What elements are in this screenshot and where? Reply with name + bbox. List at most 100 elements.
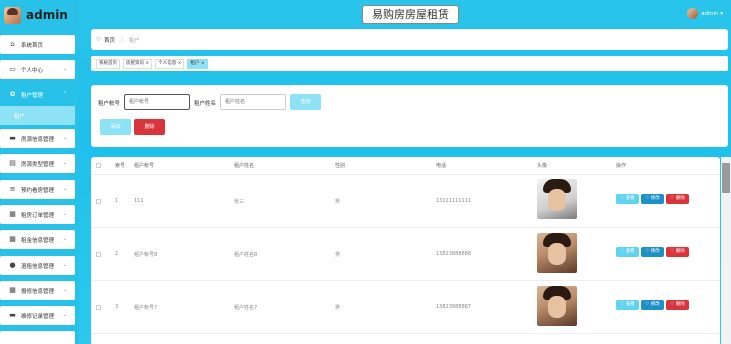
row-delete-button[interactable]: ♡ 删除 bbox=[666, 300, 689, 310]
view-button[interactable]: ♡ 查看 bbox=[616, 194, 639, 204]
name-label: 租户姓名 bbox=[194, 101, 217, 107]
tag-bar: 系统首页 房屋资讯 × 个人信息 × 租户 × bbox=[91, 56, 728, 71]
cell-phone: 13111111111 bbox=[436, 198, 471, 204]
tab-tenant[interactable]: 租户 × bbox=[187, 58, 208, 69]
brand-logo bbox=[4, 6, 21, 24]
search-panel: 租户帐号 I 租户姓名 查询 添加 删除 bbox=[91, 85, 728, 147]
home-icon: ⌂ bbox=[10, 40, 15, 48]
select-all-checkbox[interactable] bbox=[96, 163, 101, 168]
cell-index: 1 bbox=[115, 198, 119, 204]
tab-house-news[interactable]: 房屋资讯 × bbox=[123, 58, 153, 69]
name-input[interactable] bbox=[220, 94, 286, 110]
tab-home[interactable]: 系统首页 bbox=[96, 58, 120, 69]
account-input[interactable] bbox=[124, 94, 190, 110]
cell-gender: 男 bbox=[335, 199, 341, 205]
edit-button[interactable]: ♡ 修改 bbox=[641, 194, 664, 204]
brand: admin bbox=[0, 0, 79, 30]
sidebar-item-house-type[interactable]: ▤ 房源类型管理 ⌄ bbox=[0, 154, 75, 173]
brand-title: admin bbox=[26, 8, 68, 22]
chevron-down-icon: ⌄ bbox=[62, 135, 67, 141]
cell-gender: 男 bbox=[335, 252, 341, 258]
cell-account: 111 bbox=[134, 198, 144, 204]
table-row: 2 租户帐号8 租户姓名8 男 13823888888 ♡ 查看 ♡ 修改 ♡ … bbox=[91, 228, 720, 281]
heart-icon: ♡ bbox=[96, 36, 101, 43]
row-checkbox[interactable] bbox=[96, 305, 101, 310]
sidebar-item-checkout[interactable]: ● 退租信息管理 ⌄ bbox=[0, 256, 75, 275]
chevron-down-icon: ⌄ bbox=[62, 287, 67, 293]
sidebar-item-viewing[interactable]: ≡ 预约看房管理 ⌄ bbox=[0, 180, 75, 199]
sidebar-subitem-tenant[interactable]: 租户 bbox=[0, 106, 75, 125]
breadcrumb: ♡ 首页 / 租户 bbox=[91, 29, 728, 50]
app-title: 易购房房屋租赁 bbox=[362, 5, 459, 24]
cell-gender: 男 bbox=[335, 305, 341, 311]
chevron-down-icon: ⌄ bbox=[62, 186, 67, 192]
view-button[interactable]: ♡ 查看 bbox=[616, 300, 639, 310]
header-phone: 电话 bbox=[436, 163, 447, 169]
search-button[interactable]: 查询 bbox=[290, 94, 321, 110]
tenant-avatar-image bbox=[537, 179, 577, 219]
view-button[interactable]: ♡ 查看 bbox=[616, 247, 639, 257]
header-actions: 操作 bbox=[616, 163, 627, 169]
chevron-down-icon: ⌄ bbox=[62, 211, 67, 217]
cell-name: 租户姓名7 bbox=[234, 305, 258, 311]
sidebar-item-rent[interactable]: ▦ 租金信息管理 ⌄ bbox=[0, 230, 75, 249]
calendar-icon: ▭ bbox=[9, 65, 16, 73]
cell-index: 3 bbox=[115, 304, 119, 310]
edit-button[interactable]: ♡ 修改 bbox=[641, 247, 664, 257]
user-icon: ● bbox=[9, 261, 16, 269]
table-row: 1 111 张三 男 13111111111 ♡ 查看 ♡ 修改 ♡ 删除 bbox=[91, 175, 720, 228]
sidebar-item-home[interactable]: ⌂ 系统首页 bbox=[0, 35, 75, 54]
sidebar-item-label: 系统首页 bbox=[21, 42, 44, 49]
add-button[interactable]: 添加 bbox=[100, 119, 131, 135]
delete-button[interactable]: 删除 bbox=[134, 119, 165, 135]
account-label: 租户帐号 bbox=[98, 101, 121, 107]
header-avatar: 头像 bbox=[537, 163, 548, 169]
scrollbar[interactable] bbox=[721, 157, 731, 344]
sidebar-item-label: 报修信息管理 bbox=[21, 288, 55, 295]
row-checkbox[interactable] bbox=[96, 252, 101, 257]
sidebar-item-label: 预约看房管理 bbox=[21, 187, 55, 194]
user-name: admin ▾ bbox=[701, 10, 723, 17]
chevron-down-icon: ⌃ bbox=[62, 91, 67, 97]
sidebar-item-label: 维修记录管理 bbox=[21, 313, 55, 320]
sidebar-item-orders[interactable]: ▦ 租房订单管理 ⌄ bbox=[0, 205, 75, 224]
avatar bbox=[687, 8, 699, 19]
sidebar-item-profile[interactable]: ▭ 个人中心 ⌄ bbox=[0, 60, 75, 79]
grid-icon: ▦ bbox=[9, 210, 16, 218]
briefcase-icon: ▬ bbox=[9, 134, 16, 142]
breadcrumb-separator: / bbox=[120, 36, 123, 43]
sidebar: admin ⌂ 系统首页 ▭ 个人中心 ⌄ ✿ 租户管理 ⌃ 租户 ▬ 房源信息… bbox=[0, 0, 79, 344]
ticket-icon: ▬ bbox=[9, 311, 16, 319]
breadcrumb-home[interactable]: 首页 bbox=[104, 36, 115, 44]
chevron-down-icon: ⌄ bbox=[62, 66, 67, 72]
sidebar-item-label: 个人中心 bbox=[21, 67, 44, 74]
tab-personal-info[interactable]: 个人信息 × bbox=[155, 58, 185, 69]
row-delete-button[interactable]: ♡ 删除 bbox=[666, 194, 689, 204]
sidebar-item-maintenance[interactable]: ▬ 维修记录管理 ⌄ bbox=[0, 306, 75, 325]
grid-icon: ▦ bbox=[9, 286, 16, 294]
edit-button[interactable]: ♡ 修改 bbox=[641, 300, 664, 310]
cell-name: 租户姓名8 bbox=[234, 252, 258, 258]
clipboard-icon: ▤ bbox=[9, 159, 16, 167]
cell-phone: 13823888888 bbox=[436, 251, 471, 257]
user-menu[interactable]: admin ▾ bbox=[687, 8, 723, 19]
sidebar-item-label: 租房订单管理 bbox=[21, 212, 55, 219]
chevron-down-icon: ⌄ bbox=[62, 236, 67, 242]
sidebar-item-label: 退租信息管理 bbox=[21, 263, 55, 270]
sidebar-item-house-info[interactable]: ▬ 房源信息管理 ⌄ bbox=[0, 129, 75, 148]
tenant-avatar-image bbox=[537, 233, 577, 273]
sidebar-item-repair[interactable]: ▦ 报修信息管理 ⌄ bbox=[0, 281, 75, 300]
chevron-down-icon: ⌄ bbox=[62, 312, 67, 318]
row-delete-button[interactable]: ♡ 删除 bbox=[666, 247, 689, 257]
sidebar-item-label: 租户管理 bbox=[21, 92, 44, 99]
row-checkbox[interactable] bbox=[96, 199, 101, 204]
scrollbar-thumb[interactable] bbox=[722, 163, 730, 193]
sidebar-item-tenants[interactable]: ✿ 租户管理 ⌃ bbox=[0, 85, 75, 104]
chevron-down-icon: ⌄ bbox=[62, 262, 67, 268]
header-index: 索号 bbox=[115, 163, 126, 169]
header-account: 租户帐号 bbox=[134, 163, 155, 169]
breadcrumb-current: 租户 bbox=[128, 37, 140, 44]
sidebar-item-more[interactable] bbox=[0, 331, 75, 344]
grid-icon: ▦ bbox=[9, 235, 16, 243]
cell-phone: 13823888887 bbox=[436, 304, 471, 310]
